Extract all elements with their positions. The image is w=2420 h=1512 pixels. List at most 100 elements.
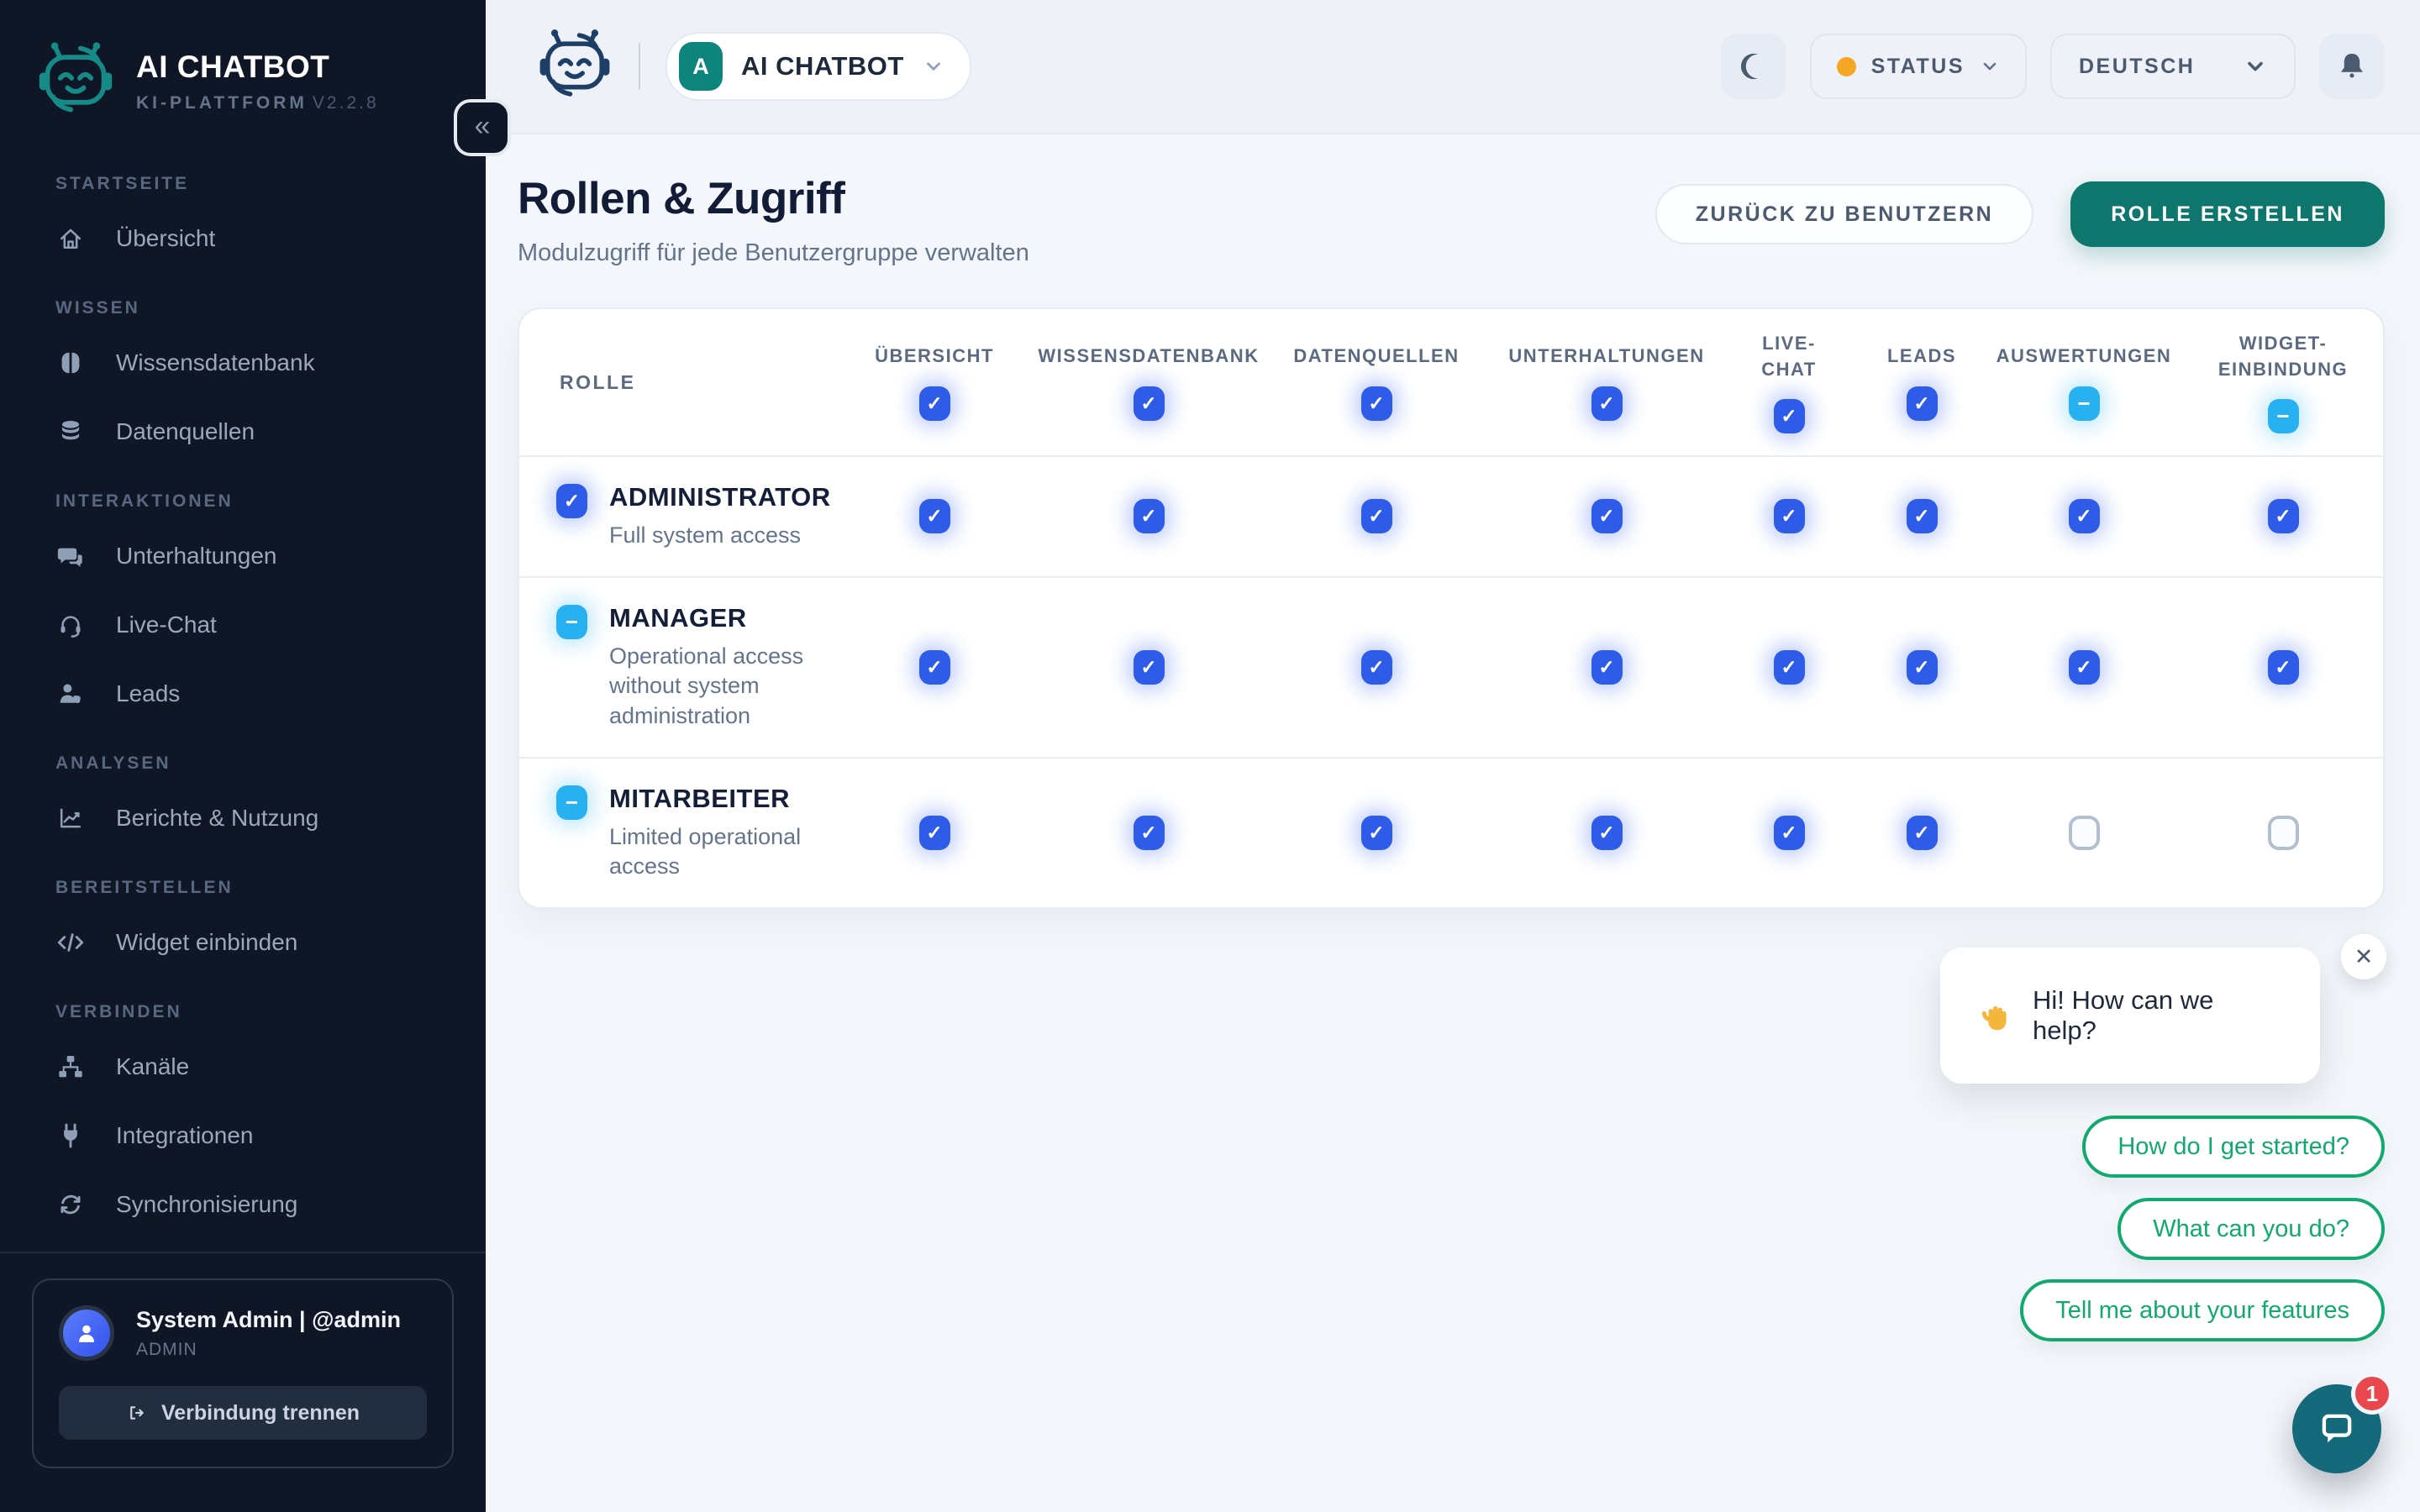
permission-cell: ✓	[830, 816, 1039, 850]
sidebar-section-bereitstellen: BEREITSTELLEN	[0, 853, 486, 908]
role-select-checkbox[interactable]: ✓	[556, 484, 587, 518]
permission-checkbox-datenquellen[interactable]: ✓	[1361, 816, 1392, 850]
permission-cell: ✓	[1494, 816, 1719, 850]
permission-checkbox-leads[interactable]: ✓	[1907, 816, 1938, 850]
permission-cell: ✓	[2183, 650, 2383, 685]
permission-checkbox-live-chat[interactable]: ✓	[1774, 499, 1805, 533]
table-body: ✓ADMINISTRATORFull system access✓✓✓✓✓✓✓✓…	[519, 455, 2383, 907]
sidebar-item-label: Widget einbinden	[116, 929, 297, 956]
permission-checkbox-widget-einbindung[interactable]: ✓	[2268, 650, 2299, 685]
permission-checkbox-bersicht[interactable]: ✓	[919, 499, 950, 533]
permission-cell: ✓	[830, 499, 1039, 533]
column-toggle-checkbox[interactable]: ✓	[1134, 386, 1165, 421]
chat-icon	[55, 541, 86, 571]
chat-close-button[interactable]: ✕	[2341, 934, 2386, 979]
sidebar-item-widget-einbinden[interactable]: Widget einbinden	[0, 908, 486, 977]
permission-checkbox-auswertungen[interactable]: ✓	[2069, 499, 2100, 533]
sidebar-item-bersicht[interactable]: Übersicht	[0, 204, 486, 273]
quick-reply-what-can-you-do[interactable]: What can you do?	[2118, 1198, 2385, 1260]
quick-reply-how-do-i-get-started[interactable]: How do I get started?	[2082, 1116, 2385, 1178]
role-select-checkbox[interactable]: −	[556, 785, 587, 820]
sidebar-nav: STARTSEITEÜbersichtWISSENWissensdatenban…	[0, 145, 486, 1252]
column-toggle-checkbox[interactable]: ✓	[1907, 386, 1938, 421]
permission-checkbox-widget-einbindung[interactable]	[2268, 816, 2299, 850]
sidebar-item-unterhaltungen[interactable]: Unterhaltungen	[0, 522, 486, 591]
permission-checkbox-unterhaltungen[interactable]: ✓	[1591, 816, 1623, 850]
permission-checkbox-unterhaltungen[interactable]: ✓	[1591, 650, 1623, 685]
permission-checkbox-bersicht[interactable]: ✓	[919, 816, 950, 850]
permission-checkbox-widget-einbindung[interactable]: ✓	[2268, 499, 2299, 533]
user-card: System Admin | @admin ADMIN Verbindung t…	[32, 1278, 454, 1468]
role-name: MITARBEITER	[609, 784, 822, 814]
permission-checkbox-wissensdatenbank[interactable]: ✓	[1134, 650, 1165, 685]
robot-logo-icon	[536, 26, 613, 108]
role-description: Limited operational access	[609, 822, 822, 882]
permission-checkbox-leads[interactable]: ✓	[1907, 650, 1938, 685]
back-to-users-button[interactable]: ZURÜCK ZU BENUTZERN	[1655, 184, 2033, 244]
chevron-down-icon	[2244, 55, 2267, 78]
quick-reply-tell-me-about-your-features[interactable]: Tell me about your features	[2020, 1279, 2385, 1341]
agent-label: AI CHATBOT	[741, 51, 904, 81]
notifications-button[interactable]	[2319, 34, 2385, 99]
topbar: A AI CHATBOT STATUS	[486, 0, 2420, 134]
permission-checkbox-unterhaltungen[interactable]: ✓	[1591, 499, 1623, 533]
permission-cell: ✓	[1259, 816, 1494, 850]
sidebar-item-integrationen[interactable]: Integrationen	[0, 1101, 486, 1170]
sidebar-item-label: Integrationen	[116, 1122, 253, 1149]
permission-checkbox-wissensdatenbank[interactable]: ✓	[1134, 499, 1165, 533]
avatar	[59, 1305, 114, 1361]
sidebar-item-synchronisierung[interactable]: Synchronisierung	[0, 1170, 486, 1239]
theme-toggle-button[interactable]	[1721, 34, 1786, 99]
permission-checkbox-datenquellen[interactable]: ✓	[1361, 499, 1392, 533]
code-icon	[55, 927, 86, 958]
user-name: System Admin | @admin	[136, 1307, 401, 1333]
create-role-button[interactable]: ROLLE ERSTELLEN	[2070, 181, 2385, 247]
brand-subtitle: KI-PLATTFORM	[136, 93, 308, 113]
sidebar-section-wissen: WISSEN	[0, 273, 486, 328]
column-toggle-checkbox[interactable]: ✓	[919, 386, 950, 421]
permission-checkbox-live-chat[interactable]: ✓	[1774, 816, 1805, 850]
permission-checkbox-datenquellen[interactable]: ✓	[1361, 650, 1392, 685]
column-toggle-checkbox[interactable]: −	[2069, 386, 2100, 421]
sidebar-item-wissensdatenbank[interactable]: Wissensdatenbank	[0, 328, 486, 397]
sidebar-footer: System Admin | @admin ADMIN Verbindung t…	[0, 1252, 486, 1512]
permission-checkbox-bersicht[interactable]: ✓	[919, 650, 950, 685]
column-toggle-checkbox[interactable]: ✓	[1774, 399, 1805, 433]
sidebar-collapse-button[interactable]: «	[454, 99, 511, 156]
column-toggle-checkbox[interactable]: ✓	[1361, 386, 1392, 421]
permission-cell: ✓	[1039, 499, 1259, 533]
permission-cell: ✓	[1259, 650, 1494, 685]
disconnect-button[interactable]: Verbindung trennen	[59, 1386, 427, 1440]
role-select-checkbox[interactable]: −	[556, 605, 587, 639]
permission-cell: ✓	[1985, 499, 2183, 533]
moon-icon	[1736, 49, 1771, 84]
permission-cell: ✓	[1985, 650, 2183, 685]
column-header-bersicht: ÜBERSICHT✓	[830, 323, 1039, 441]
permission-cell: ✓	[1039, 650, 1259, 685]
robot-logo-icon	[35, 39, 116, 123]
page-subtitle: Modulzugriff für jede Benutzergruppe ver…	[518, 239, 1029, 267]
permission-checkbox-wissensdatenbank[interactable]: ✓	[1134, 816, 1165, 850]
sidebar-item-leads[interactable]: Leads	[0, 659, 486, 728]
permission-checkbox-leads[interactable]: ✓	[1907, 499, 1938, 533]
column-toggle-checkbox[interactable]: ✓	[1591, 386, 1623, 421]
sidebar-item-live-chat[interactable]: Live-Chat	[0, 591, 486, 659]
roles-table: ROLLE ÜBERSICHT✓WISSENSDATENBANK✓DATENQU…	[518, 307, 2385, 909]
sidebar-item-berichte-nutzung[interactable]: Berichte & Nutzung	[0, 784, 486, 853]
permission-checkbox-live-chat[interactable]: ✓	[1774, 650, 1805, 685]
role-name: MANAGER	[609, 603, 822, 633]
language-select[interactable]: DEUTSCH	[2050, 34, 2296, 99]
column-label: DATENQUELLEN	[1293, 344, 1459, 370]
column-toggle-checkbox[interactable]: −	[2268, 399, 2299, 433]
permission-checkbox-auswertungen[interactable]	[2069, 816, 2100, 850]
agent-selector[interactable]: A AI CHATBOT	[666, 32, 971, 101]
permission-cell: ✓	[1859, 816, 1985, 850]
permission-cell: ✓	[2183, 499, 2383, 533]
permission-checkbox-auswertungen[interactable]: ✓	[2069, 650, 2100, 685]
column-header-widget-einbindung: WIDGET- EINBINDUNG−	[2183, 311, 2383, 454]
chevron-down-icon	[923, 55, 944, 77]
sidebar-item-datenquellen[interactable]: Datenquellen	[0, 397, 486, 466]
status-dropdown[interactable]: STATUS	[1810, 34, 2027, 99]
language-value: DEUTSCH	[2079, 55, 2195, 79]
sidebar-item-kan-le[interactable]: Kanäle	[0, 1032, 486, 1101]
